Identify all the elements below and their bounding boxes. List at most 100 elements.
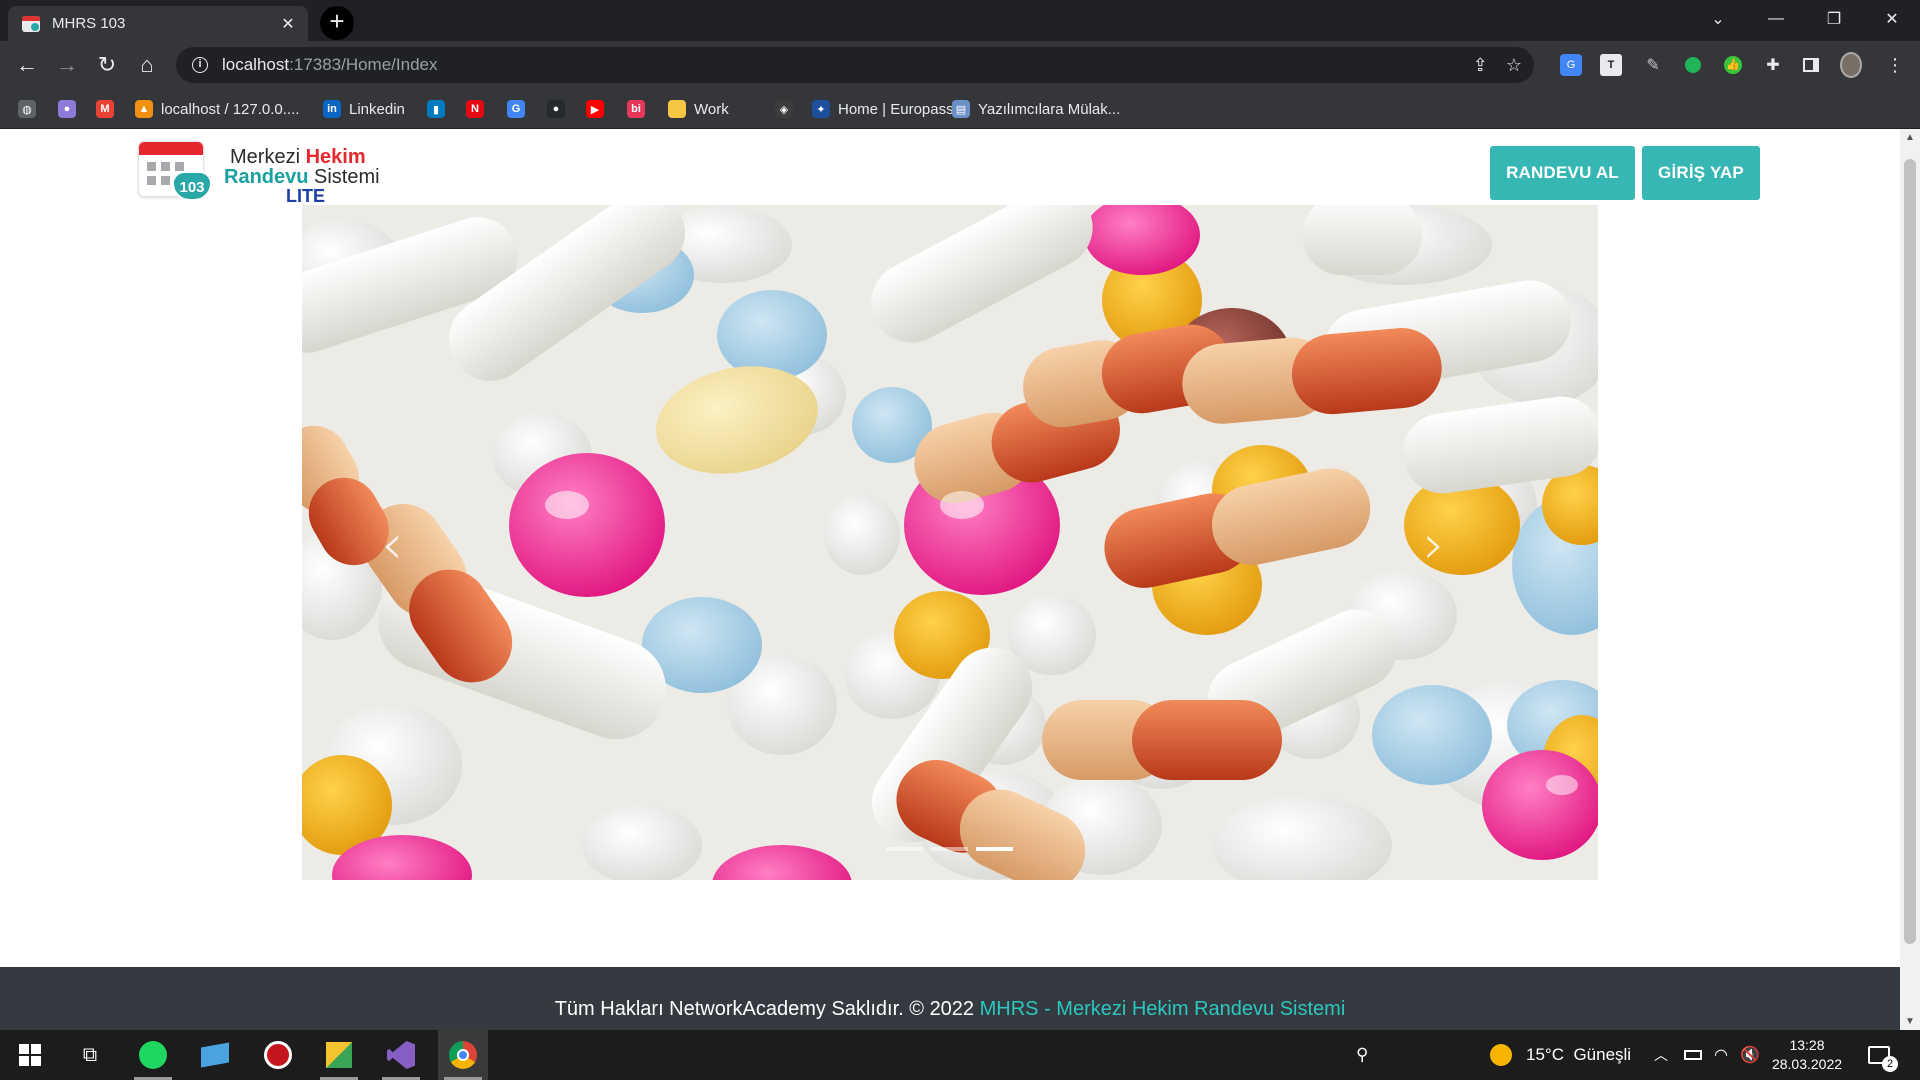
carousel-prev-icon[interactable]: ‹ bbox=[362, 510, 422, 580]
bookmark-translate[interactable]: G bbox=[507, 98, 533, 120]
notification-center-icon[interactable]: 2 bbox=[1868, 1030, 1898, 1080]
minimize-button[interactable]: — bbox=[1748, 0, 1804, 38]
restore-button[interactable]: ❐ bbox=[1806, 0, 1862, 38]
bookmark-github[interactable]: ● bbox=[547, 98, 573, 120]
appointment-button[interactable]: RANDEVU AL bbox=[1490, 146, 1635, 200]
reader-extension-icon[interactable]: T bbox=[1600, 54, 1622, 76]
windows-taskbar: ⧉ ⚲ 15°C Güneşli ︿ ◠ 🔇 13:28 28.03.2022 … bbox=[0, 1030, 1920, 1080]
green-dot-extension-icon[interactable] bbox=[1682, 54, 1704, 76]
windows-start-icon[interactable] bbox=[5, 1030, 55, 1080]
volume-muted-icon[interactable]: 🔇 bbox=[1740, 1030, 1760, 1080]
bookmark-label: Home | Europass bbox=[838, 100, 954, 118]
battery-icon[interactable] bbox=[1684, 1030, 1702, 1080]
bookmark-codepen[interactable]: ◈ bbox=[775, 98, 801, 120]
extensions-puzzle-icon[interactable]: ✚ bbox=[1762, 54, 1784, 76]
bookmark-trello[interactable]: ▮ bbox=[427, 98, 453, 120]
chrome-icon[interactable] bbox=[438, 1030, 488, 1080]
login-button[interactable]: GİRİŞ YAP bbox=[1642, 146, 1760, 200]
bookmark-label: localhost / 127.0.0.... bbox=[161, 100, 300, 118]
translate-icon: G bbox=[507, 100, 525, 118]
bookmark-folder[interactable]: Work bbox=[668, 98, 729, 120]
tab-search-icon[interactable]: ⌄ bbox=[1690, 0, 1746, 38]
bookmark-document[interactable]: ▤ Yazılımcılara Mülak... bbox=[952, 98, 1120, 120]
notification-count: 2 bbox=[1882, 1056, 1898, 1072]
reload-icon[interactable]: ↻ bbox=[90, 48, 124, 82]
bookmark-youtube[interactable]: ▶ bbox=[586, 98, 612, 120]
scroll-down-icon[interactable]: ▼ bbox=[1900, 1013, 1920, 1030]
browser-tab[interactable]: MHRS 103 ✕ bbox=[8, 6, 308, 41]
mhrs-logo[interactable]: 103 Merkezi Hekim Randevu Sistemi LITE bbox=[138, 141, 388, 206]
trello-icon: ▮ bbox=[427, 100, 445, 118]
weather-text: Güneşli bbox=[1573, 1045, 1632, 1064]
tools-app-icon[interactable] bbox=[314, 1030, 364, 1080]
share-icon[interactable]: ⇪ bbox=[1473, 55, 1488, 76]
linkedin-icon: in bbox=[323, 100, 341, 118]
carousel-indicators bbox=[886, 847, 1013, 851]
window-close-button[interactable]: ✕ bbox=[1864, 0, 1920, 38]
profile-avatar[interactable] bbox=[1840, 52, 1862, 78]
carousel-indicator-1[interactable] bbox=[886, 847, 923, 851]
carousel-indicator-2[interactable] bbox=[931, 847, 968, 851]
carousel-indicator-3[interactable] bbox=[976, 847, 1013, 851]
bookmark-europass[interactable]: ✦ Home | Europass bbox=[812, 98, 954, 120]
home-icon[interactable]: ⌂ bbox=[130, 48, 164, 82]
side-panel-icon[interactable] bbox=[1800, 54, 1822, 76]
europass-icon: ✦ bbox=[812, 100, 830, 118]
laptop-app-icon[interactable] bbox=[190, 1030, 240, 1080]
document-icon: ▤ bbox=[952, 100, 970, 118]
browser-toolbar: ← → ↻ ⌂ i localhost:17383/Home/Index ⇪ ☆… bbox=[0, 41, 1920, 89]
bookmark-circle[interactable]: ● bbox=[58, 98, 84, 120]
github-icon: ● bbox=[547, 100, 565, 118]
clock-time: 13:28 bbox=[1789, 1037, 1825, 1053]
logo-badge: 103 bbox=[172, 171, 212, 201]
url-path: :17383/Home/Index bbox=[289, 55, 438, 74]
site-info-icon[interactable]: i bbox=[192, 57, 208, 73]
bookmark-phpmyadmin[interactable]: ▲ localhost / 127.0.0.... bbox=[135, 98, 299, 120]
footer-link[interactable]: MHRS - Merkezi Hekim Randevu Sistemi bbox=[980, 998, 1346, 1020]
people-icon[interactable]: ⚲ bbox=[1356, 1030, 1368, 1080]
bookmark-label: Yazılımcılara Mülak... bbox=[978, 100, 1121, 118]
carousel-next-icon[interactable]: › bbox=[1404, 510, 1464, 580]
red-app-icon[interactable] bbox=[253, 1030, 303, 1080]
weather-temp: 15°C bbox=[1526, 1045, 1564, 1064]
footer-copyright: Tüm Hakları NetworkAcademy Saklıdır. © 2… bbox=[554, 998, 980, 1020]
globe-icon: ◍ bbox=[18, 100, 36, 118]
folder-icon bbox=[668, 100, 686, 118]
visual-studio-icon[interactable] bbox=[376, 1030, 426, 1080]
phpmyadmin-icon: ▲ bbox=[135, 100, 153, 118]
forward-arrow-icon[interactable]: → bbox=[50, 48, 84, 82]
youtube-icon: ▶ bbox=[586, 100, 604, 118]
bookmark-gmail[interactable]: M bbox=[96, 98, 122, 120]
scroll-thumb[interactable] bbox=[1904, 159, 1916, 944]
bookmark-bionluk[interactable]: bi bbox=[627, 98, 653, 120]
page-viewport: 103 Merkezi Hekim Randevu Sistemi LITE R… bbox=[0, 129, 1900, 1030]
tray-chevron-icon[interactable]: ︿ bbox=[1654, 1030, 1668, 1080]
address-bar[interactable]: i localhost:17383/Home/Index ⇪ ☆ bbox=[176, 47, 1534, 83]
thumbs-up-extension-icon[interactable]: 👍 bbox=[1722, 54, 1744, 76]
google-translate-extension-icon[interactable]: G bbox=[1560, 54, 1582, 76]
bookmark-netflix[interactable]: N bbox=[466, 98, 492, 120]
netflix-icon: N bbox=[466, 100, 484, 118]
sun-icon bbox=[1490, 1044, 1512, 1066]
clock-date: 28.03.2022 bbox=[1771, 1056, 1843, 1072]
back-arrow-icon[interactable]: ← bbox=[10, 48, 44, 82]
pen-extension-icon[interactable]: ✎ bbox=[1642, 54, 1664, 76]
bookmark-star-icon[interactable]: ☆ bbox=[1506, 55, 1522, 76]
chrome-menu-icon[interactable]: ⋮ bbox=[1884, 54, 1906, 76]
bionluk-icon: bi bbox=[627, 100, 645, 118]
tab-close-icon[interactable]: ✕ bbox=[278, 14, 298, 34]
new-tab-button[interactable]: + bbox=[320, 6, 354, 40]
spotify-icon[interactable] bbox=[128, 1030, 178, 1080]
bookmark-linkedin[interactable]: in Linkedin bbox=[323, 98, 405, 120]
taskbar-clock[interactable]: 13:28 28.03.2022 bbox=[1762, 1036, 1852, 1074]
bookmark-label: Linkedin bbox=[349, 100, 405, 118]
scroll-up-icon[interactable]: ▲ bbox=[1900, 129, 1920, 146]
bookmark-globe[interactable]: ◍ bbox=[18, 98, 44, 120]
wifi-icon[interactable]: ◠ bbox=[1714, 1030, 1728, 1080]
page-footer: Tüm Hakları NetworkAcademy Saklıdır. © 2… bbox=[0, 967, 1900, 1030]
task-view-icon[interactable]: ⧉ bbox=[65, 1030, 115, 1080]
bookmarks-bar: ◍ ● M ▲ localhost / 127.0.0.... in Linkedin ▮ N G… bbox=[0, 89, 1920, 129]
weather-widget[interactable]: 15°C Güneşli bbox=[1490, 1030, 1631, 1080]
page-scrollbar[interactable]: ▲ ▼ bbox=[1900, 129, 1920, 1030]
gmail-icon: M bbox=[96, 100, 114, 118]
